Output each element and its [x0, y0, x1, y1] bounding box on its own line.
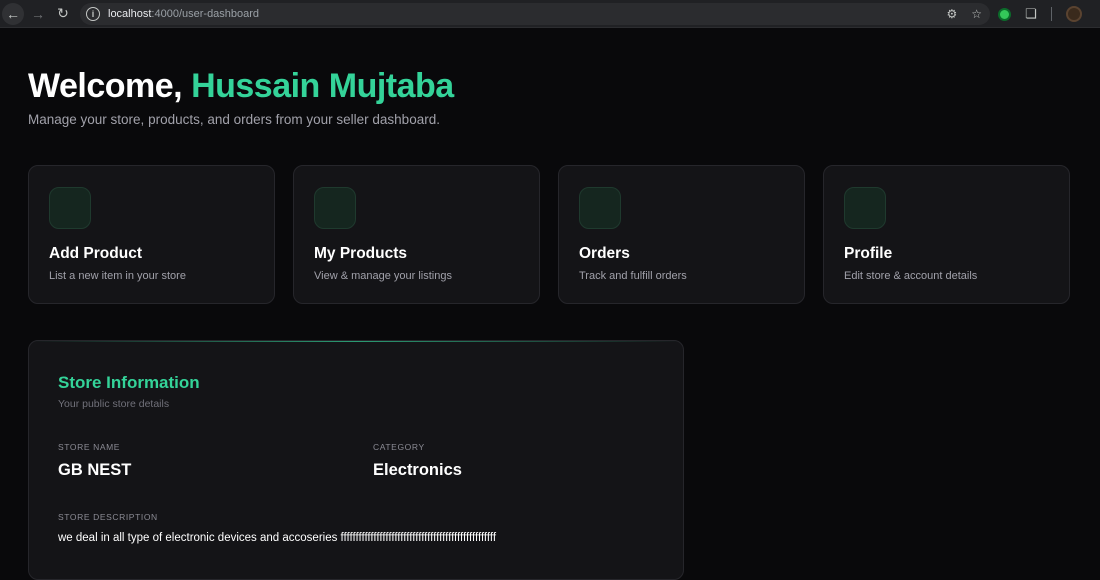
site-info-icon[interactable]: i	[86, 7, 100, 21]
toolbar-divider	[1050, 7, 1052, 21]
page-subtitle: Manage your store, products, and orders …	[28, 112, 440, 127]
profile-avatar-icon[interactable]	[1065, 6, 1082, 22]
welcome-heading: Welcome, Hussain Mujtaba	[28, 67, 454, 106]
dashboard-page: Welcome, Hussain Mujtaba Manage your sto…	[0, 29, 1100, 580]
card-description: List a new item in your store	[49, 270, 186, 282]
extensions-puzzle-icon[interactable]: ❏	[1025, 6, 1037, 22]
url-host: localhost	[108, 8, 152, 20]
category-value: Electronics	[373, 461, 462, 479]
password-key-icon[interactable]: ⚙	[946, 7, 957, 21]
url-path: :4000/user-dashboard	[151, 8, 260, 20]
browser-toolbar: ← → ↻ i localhost:4000/user-dashboard ⚙ …	[0, 0, 1100, 28]
store-information-title: Store Information	[58, 373, 200, 392]
store-name-label: STORE NAME	[58, 442, 121, 452]
card-orders[interactable]: Orders Track and fulfill orders	[558, 165, 805, 304]
bookmark-star-icon[interactable]: ☆	[971, 7, 982, 21]
card-title: Profile	[844, 245, 893, 262]
card-add-product[interactable]: Add Product List a new item in your stor…	[28, 165, 275, 304]
address-bar[interactable]: i localhost:4000/user-dashboard ⚙ ☆	[80, 3, 990, 25]
card-title: Orders	[579, 245, 630, 262]
card-description: Track and fulfill orders	[579, 270, 687, 282]
menu-dots-icon[interactable]: ⋮	[1096, 6, 1100, 22]
back-arrow-icon[interactable]: ←	[2, 2, 24, 25]
forward-arrow-icon[interactable]: →	[27, 3, 49, 25]
store-description-label: STORE DESCRIPTION	[58, 512, 158, 522]
add-product-icon	[49, 187, 91, 229]
category-label: CATEGORY	[373, 442, 425, 452]
card-title: My Products	[314, 245, 408, 262]
extension-icon[interactable]	[998, 7, 1011, 21]
store-name-value: GB NEST	[58, 461, 132, 479]
welcome-text: Welcome,	[28, 67, 183, 105]
store-information-panel: Store Information Your public store deta…	[28, 340, 684, 580]
card-description: View & manage your listings	[314, 270, 452, 282]
my-products-icon	[314, 187, 356, 229]
card-title: Add Product	[49, 245, 142, 262]
orders-icon	[579, 187, 621, 229]
url-text: localhost:4000/user-dashboard	[108, 8, 259, 20]
profile-icon	[844, 187, 886, 229]
reload-icon[interactable]: ↻	[52, 3, 74, 25]
user-name: Hussain Mujtaba	[191, 67, 454, 105]
card-my-products[interactable]: My Products View & manage your listings	[293, 165, 540, 304]
card-profile[interactable]: Profile Edit store & account details	[823, 165, 1070, 304]
store-description-value: we deal in all type of electronic device…	[58, 532, 497, 544]
store-information-subtitle: Your public store details	[58, 398, 170, 410]
card-description: Edit store & account details	[844, 270, 978, 282]
